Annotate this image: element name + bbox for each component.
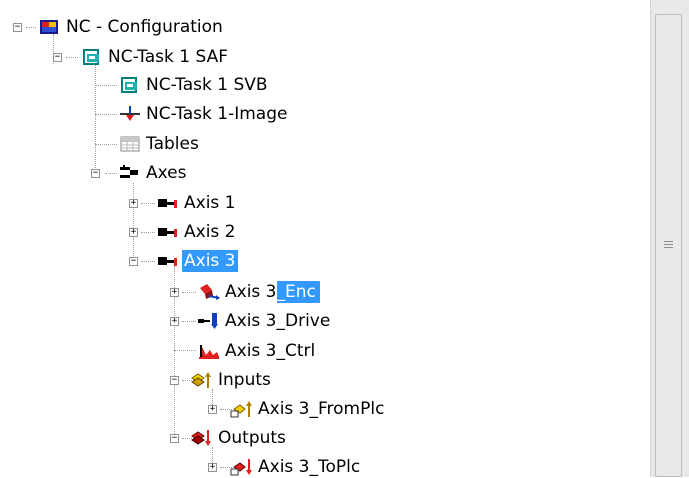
axis-icon xyxy=(156,193,180,213)
tree-line xyxy=(174,350,196,351)
tree-item-axis-3-drive[interactable]: Axis 3_Drive xyxy=(223,310,332,332)
expand-toggle[interactable]: + xyxy=(208,463,217,472)
outputs-icon xyxy=(190,428,214,448)
tree-item-nc-task-1-image[interactable]: NC-Task 1-Image xyxy=(144,103,289,125)
tree-line xyxy=(141,261,155,262)
tree-item-axis-3[interactable]: Axis 3 xyxy=(182,250,238,272)
tree-line xyxy=(95,114,117,115)
expand-toggle[interactable]: + xyxy=(129,199,138,208)
inputs-icon xyxy=(190,370,214,390)
tree-item-axes[interactable]: Axes xyxy=(144,162,188,184)
task-icon xyxy=(80,47,104,67)
collapse-toggle[interactable]: − xyxy=(53,53,62,62)
image-icon xyxy=(118,104,142,124)
tree-line xyxy=(182,321,196,322)
tree-line xyxy=(141,203,155,204)
tree-line xyxy=(66,57,78,58)
tree-item-label: Axis 2 xyxy=(184,222,236,242)
tree-item-axis-2[interactable]: Axis 2 xyxy=(182,221,238,243)
collapse-toggle[interactable]: − xyxy=(170,376,179,385)
tree-item-label: Axis 3 xyxy=(225,282,277,302)
collapse-toggle[interactable]: − xyxy=(13,23,22,32)
tree-item-nc-task-1-saf[interactable]: NC-Task 1 SAF xyxy=(106,46,230,68)
tree-item-label: NC-Task 1 SVB xyxy=(146,75,268,95)
table-icon xyxy=(118,134,142,154)
tree-item-label: NC-Task 1-Image xyxy=(146,104,288,124)
axes-icon xyxy=(118,163,142,183)
tree-item-inputs[interactable]: Inputs xyxy=(216,369,273,391)
tree-item-axis-3-enc[interactable]: Axis 3 _Enc xyxy=(223,281,320,303)
expand-toggle[interactable]: + xyxy=(208,405,217,414)
tree-line xyxy=(105,173,117,174)
collapse-toggle[interactable]: − xyxy=(170,434,179,443)
tree-item-axis-3-fromplc[interactable]: Axis 3_FromPlc xyxy=(256,398,386,420)
axis-icon xyxy=(156,251,180,271)
scrollbar-grip-icon xyxy=(664,241,673,250)
tree-item-label: NC - Configuration xyxy=(66,17,223,37)
tree-item-axis-3-ctrl[interactable]: Axis 3_Ctrl xyxy=(223,340,317,362)
tree-item-label: Axis 3_Ctrl xyxy=(225,341,316,361)
tree-item-label: Outputs xyxy=(218,428,286,448)
text-selection: _Enc xyxy=(276,281,320,303)
expand-toggle[interactable]: + xyxy=(170,317,179,326)
tree-line xyxy=(26,27,36,28)
tree-line xyxy=(141,232,155,233)
tree-item-label: Tables xyxy=(146,134,199,154)
expand-toggle[interactable]: + xyxy=(170,288,179,297)
tree-item-label: Axis 3_Drive xyxy=(225,311,331,331)
tree-item-label: Axis 3_ToPlc xyxy=(258,457,361,477)
collapse-toggle[interactable]: − xyxy=(129,257,138,266)
scrollbar-thumb[interactable] xyxy=(655,14,682,477)
tree-line xyxy=(95,64,96,174)
tree-line xyxy=(95,85,117,86)
tree-item-axis-3-toplc[interactable]: Axis 3_ToPlc xyxy=(256,456,362,478)
tree-item-outputs[interactable]: Outputs xyxy=(216,427,288,449)
nc-configuration-icon xyxy=(38,17,62,37)
drive-icon xyxy=(197,311,221,331)
tree-item-axis-1[interactable]: Axis 1 xyxy=(182,192,238,214)
input-variable-icon xyxy=(230,399,254,419)
tree-item-nc-configuration[interactable]: NC - Configuration xyxy=(64,16,225,38)
tree-item-label-selected: Axis 3 xyxy=(182,250,238,272)
tree-item-label: Inputs xyxy=(218,370,271,390)
tree-item-label: Axis 1 xyxy=(184,193,236,213)
tree-line xyxy=(182,292,196,293)
collapse-toggle[interactable]: − xyxy=(91,169,100,178)
tree-item-label: Axes xyxy=(146,163,187,183)
tree-item-nc-task-1-svb[interactable]: NC-Task 1 SVB xyxy=(144,74,270,96)
tree-item-label: Axis 3_FromPlc xyxy=(258,399,385,419)
output-variable-icon xyxy=(230,457,254,477)
tree-line xyxy=(95,144,117,145)
tree-item-tables[interactable]: Tables xyxy=(144,133,201,155)
nc-configuration-tree[interactable]: − − − + + − + + − + − + NC - Configurati… xyxy=(0,0,650,477)
task-icon xyxy=(118,75,142,95)
controller-icon xyxy=(197,341,221,361)
tree-line xyxy=(133,183,134,262)
encoder-icon xyxy=(197,282,221,302)
axis-icon xyxy=(156,222,180,242)
tree-item-label: NC-Task 1 SAF xyxy=(108,47,228,67)
vertical-scrollbar[interactable] xyxy=(650,0,689,477)
expand-toggle[interactable]: + xyxy=(129,228,138,237)
